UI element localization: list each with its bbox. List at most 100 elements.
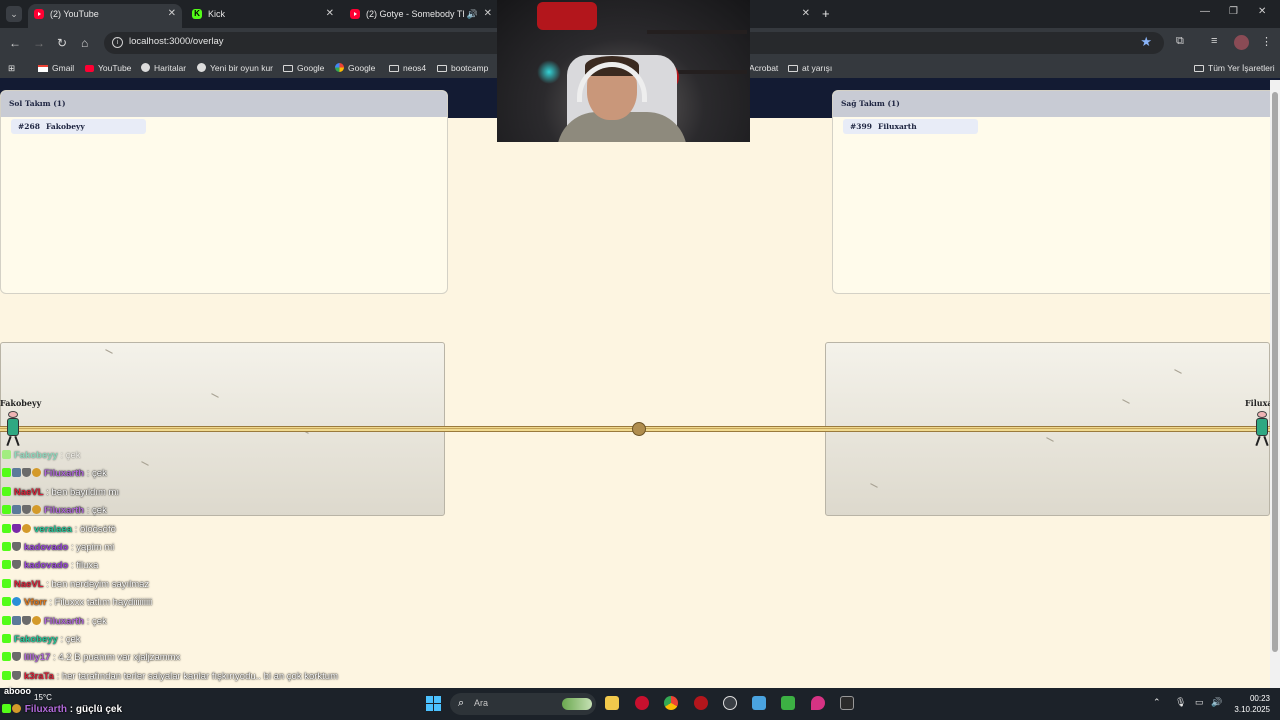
app-red-icon[interactable] bbox=[635, 696, 649, 710]
blue-badge-icon bbox=[12, 597, 21, 607]
chat-message: güçlü çek bbox=[75, 704, 123, 715]
chat-username: kadovado bbox=[24, 542, 69, 553]
app-pink-icon[interactable] bbox=[811, 696, 825, 710]
reload-button[interactable]: ↻ bbox=[57, 35, 67, 51]
tab-search-button[interactable]: ⌄ bbox=[6, 6, 22, 22]
bookmark-acrobat[interactable]: Acrobat bbox=[749, 61, 778, 75]
shield-badge-icon bbox=[22, 468, 31, 478]
folder-icon bbox=[389, 65, 399, 72]
bookmark-google[interactable]: Google bbox=[335, 61, 375, 75]
chat-line: kadovado : filuxa bbox=[2, 558, 98, 574]
coin-badge-icon bbox=[32, 468, 41, 478]
chat-username: Fakobeyy bbox=[14, 634, 58, 645]
microphone-icon[interactable]: 🎙 bbox=[1175, 697, 1186, 708]
chat-message: çek bbox=[92, 505, 107, 517]
chat-username: veralaea bbox=[34, 523, 73, 535]
app-green-icon[interactable] bbox=[781, 696, 795, 710]
tray-chevron-icon[interactable]: ⌃ bbox=[1153, 697, 1161, 708]
chat-message: ben nerdeyim sayılmaz bbox=[51, 578, 150, 590]
file-explorer-icon[interactable] bbox=[605, 696, 619, 710]
window-close-button[interactable]: ✕ bbox=[1258, 6, 1266, 17]
chat-message: ben bayıldım mı bbox=[51, 486, 120, 498]
weather-widget[interactable]: 15°C bbox=[34, 693, 52, 702]
minimize-button[interactable]: — bbox=[1200, 6, 1210, 17]
extensions-icon[interactable]: ⧉ bbox=[1176, 35, 1184, 48]
chat-line: Vforr : Filuxxx tatlım haydiiiiiiiii bbox=[2, 595, 152, 611]
coin-badge-icon bbox=[32, 505, 41, 515]
chrome-icon[interactable] bbox=[664, 696, 678, 710]
folder-icon bbox=[1194, 65, 1204, 72]
right-team-title: Sağ Takım (1) bbox=[833, 91, 1279, 117]
chat-line: lilly17 : 4.2 B puanım var xjaljzammx bbox=[2, 650, 180, 666]
scrollbar-thumb[interactable] bbox=[1272, 92, 1278, 652]
page-scrollbar[interactable] bbox=[1270, 80, 1280, 688]
menu-icon[interactable]: ⋮ bbox=[1261, 35, 1272, 48]
settings-icon[interactable] bbox=[723, 696, 737, 710]
site-info-icon[interactable]: i bbox=[112, 37, 123, 48]
close-icon[interactable]: ✕ bbox=[326, 4, 334, 24]
windows-taskbar: 15°C ⌕ Ara ⌃ 🎙 ▭ 🔊 00:23 3.10.2025 bbox=[0, 688, 1280, 720]
tab-kick[interactable]: K Kick ✕ bbox=[186, 4, 340, 28]
chat-message: çek bbox=[65, 450, 81, 461]
bookmark-at-yarisi[interactable]: at yarışı bbox=[788, 61, 832, 75]
start-button[interactable] bbox=[426, 696, 441, 711]
mod-badge-icon bbox=[12, 505, 21, 515]
chat-message: yapim mi bbox=[76, 542, 115, 553]
chat-message: filuxa bbox=[76, 560, 99, 572]
tab-gotye[interactable]: (2) Gotye - Somebody That 🔊 ✕ bbox=[344, 4, 498, 28]
chess-icon bbox=[197, 63, 206, 72]
member-name: Filuxarth bbox=[878, 122, 917, 131]
rope-center-marker bbox=[632, 422, 646, 436]
chat-line: Fakobeyy : çek bbox=[2, 632, 81, 648]
kick-badge-icon bbox=[2, 615, 11, 625]
chat-username: kadovado bbox=[24, 560, 69, 572]
chat-line: Filuxarth : çek bbox=[2, 614, 107, 630]
tab-hidden[interactable]: ✕ bbox=[750, 4, 816, 28]
terminal-icon[interactable] bbox=[840, 696, 854, 710]
volume-icon[interactable]: 🔊 bbox=[1211, 697, 1222, 708]
network-icon[interactable]: ▭ bbox=[1195, 697, 1204, 708]
url-text: localhost:3000/overlay bbox=[129, 36, 224, 47]
forward-button[interactable]: → bbox=[33, 35, 45, 51]
search-icon: ⌕ bbox=[458, 697, 465, 709]
bookmark-neos4[interactable]: neos4 bbox=[389, 61, 426, 75]
all-bookmarks[interactable]: Tüm Yer İşaretleri bbox=[1194, 61, 1275, 75]
back-button[interactable]: ← bbox=[9, 35, 21, 51]
bookmark-youtube[interactable]: YouTube bbox=[85, 61, 131, 75]
mod-badge-icon bbox=[12, 615, 21, 625]
close-icon[interactable]: ✕ bbox=[484, 4, 492, 24]
shield-badge-icon bbox=[12, 542, 21, 551]
maximize-button[interactable]: ❐ bbox=[1229, 6, 1238, 17]
profile-avatar[interactable] bbox=[1234, 35, 1249, 50]
bookmark-star-icon[interactable]: ★ bbox=[1140, 34, 1152, 50]
left-team-title: Sol Takım (1) bbox=[1, 91, 447, 117]
member-number: #399 bbox=[850, 122, 872, 131]
speaker-icon[interactable]: 🔊 bbox=[467, 4, 478, 24]
taskbar-search[interactable]: ⌕ Ara bbox=[450, 693, 596, 715]
chat-line: kadovado : yapim mi bbox=[2, 540, 114, 556]
bookmark-gmail[interactable]: Gmail bbox=[38, 61, 74, 75]
overlay-username: abooo bbox=[4, 686, 31, 696]
kick-badge-icon bbox=[2, 652, 11, 662]
bookmark-haritalar[interactable]: Haritalar bbox=[141, 61, 186, 75]
chat-message: her tarafından terler salyalar kanlar fı… bbox=[61, 670, 339, 682]
system-clock[interactable]: 00:23 3.10.2025 bbox=[1230, 693, 1270, 715]
kick-badge-icon bbox=[2, 704, 11, 713]
tab-youtube[interactable]: (2) YouTube ✕ bbox=[28, 4, 182, 28]
kick-badge-icon bbox=[2, 542, 11, 551]
kick-badge-icon bbox=[2, 670, 11, 680]
new-tab-button[interactable]: + bbox=[822, 6, 830, 22]
media-control-icon[interactable]: ≡ bbox=[1211, 35, 1217, 47]
close-icon[interactable]: ✕ bbox=[168, 4, 176, 24]
apps-icon[interactable]: ⊞ bbox=[8, 61, 15, 75]
right-player-name: Filuxarth bbox=[1245, 398, 1270, 408]
bookmark-chess[interactable]: Yeni bir oyun kur bbox=[197, 61, 273, 75]
app-dark-red-icon[interactable] bbox=[694, 696, 708, 710]
maps-icon bbox=[141, 63, 150, 72]
close-icon[interactable]: ✕ bbox=[802, 4, 810, 24]
chat-username: NaeVL bbox=[14, 486, 44, 498]
bookmark-bootcamp[interactable]: bootcamp bbox=[437, 61, 488, 75]
home-button[interactable]: ⌂ bbox=[81, 35, 88, 51]
notepad-icon[interactable] bbox=[752, 696, 766, 710]
bookmark-google-folder[interactable]: Google bbox=[283, 61, 324, 75]
